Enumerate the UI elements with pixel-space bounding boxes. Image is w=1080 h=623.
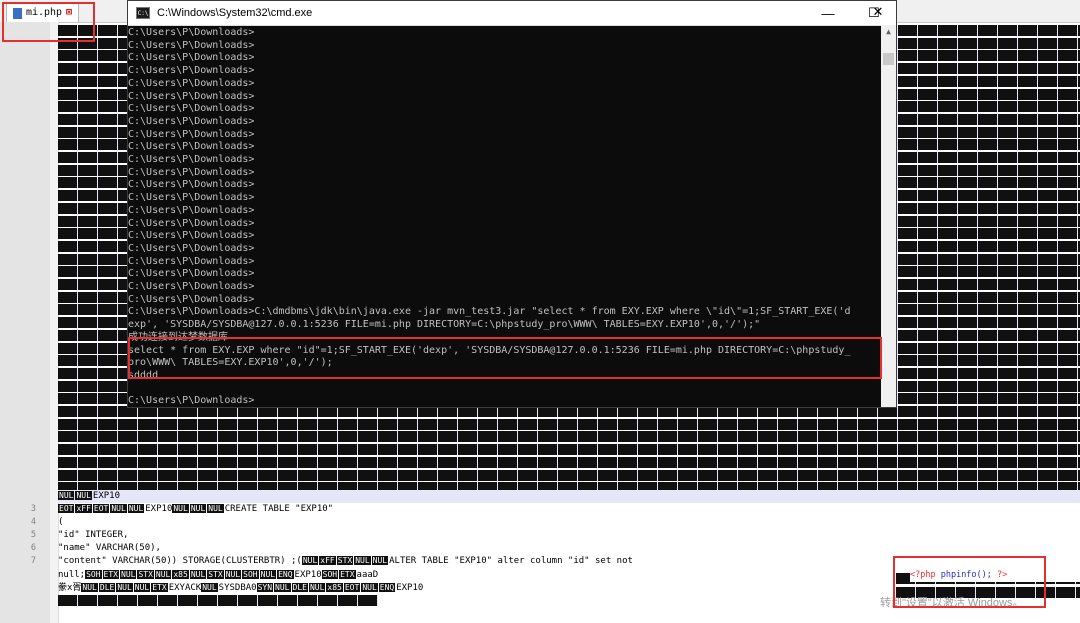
nul-row [58,444,1080,456]
console-line: C:\Users\P\Downloads> [128,65,255,77]
console-line: C:\Users\P\Downloads> [128,166,255,178]
editor-line-9: 豢x胥NUL DLE NUL NUL ETX EXYACKNUL SYSDBA0SYN NUL… [58,583,424,593]
console-line: C:\Users\P\Downloads> [128,242,255,254]
editor-line-exp: NUL NUL EXP10 [58,490,1080,503]
console-line: sdddd [128,369,159,381]
activate-windows-watermark: 转到"设置"以激活 Windows。 [880,597,1024,609]
editor-line-8: null;SOH ETX NUL STX NUL x85 NUL STX NUL SOH NUL EN… [58,570,379,580]
tab-close-icon[interactable]: ⊠ [66,7,72,19]
editor-line-7: "content" VARCHAR(50)) STORAGE(CLUSTERBT… [58,556,633,566]
nul-tail-row [58,595,378,606]
console-line: C:\Users\P\Downloads> [128,204,255,216]
cmd-app-icon: C:\ [136,7,150,19]
console-line: C:\Users\P\Downloads> [128,77,255,89]
console-line: 成功连接到达梦数据库 [128,331,228,343]
minimize-button[interactable]: — [806,1,850,25]
cmd-console[interactable]: C:\Users\P\Downloads> C:\Users\P\Download… [128,25,880,407]
console-line: C:\Users\P\Downloads> [128,192,255,204]
console-line: pro\WWW\ TABLES=EXY.EXP10',0,'/'); [128,357,333,369]
console-line: C:\Users\P\Downloads> [128,90,255,102]
console-line: C:\Users\P\Downloads> [128,154,255,165]
scroll-up-icon[interactable]: ▲ [881,25,896,39]
close-button[interactable]: ✕ [856,0,900,24]
console-line: C:\Users\P\Downloads> [128,128,255,140]
console-line: C:\Users\P\Downloads> [128,217,255,229]
console-line: C:\Users\P\Downloads> [128,255,255,267]
cmd-scrollbar[interactable] [881,25,896,407]
cmd-window[interactable]: C:\ C:\Windows\System32\cmd.exe — ☐ C:\U… [127,0,897,408]
line-number-4: 4 [30,517,36,527]
console-line: C:\Users\P\Downloads> [128,141,255,153]
php-function: phpinfo(); [940,570,992,580]
line-number-3: 3 [30,504,36,514]
editor-line-4: ( [58,517,64,527]
console-line: C:\Users\P\Downloads> [128,293,255,305]
nul-row [58,469,1080,481]
console-line: C:\Users\P\Downloads> [128,52,255,64]
nul-row [58,418,1080,430]
console-line: C:\Users\P\Downloads> [128,115,255,127]
line-number-7: 7 [30,556,36,566]
console-line: C:\Users\P\Downloads> [128,230,255,242]
console-line: C:\Users\P\Downloads> [128,27,255,38]
php-open-tag: <?php [910,570,936,580]
nul-row [58,456,1080,468]
cmd-titlebar[interactable]: C:\ C:\Windows\System32\cmd.exe — ☐ [128,1,896,26]
console-line: C:\Users\P\Downloads> [128,179,255,191]
console-line: C:\Users\P\Downloads> [128,268,255,280]
console-line: C:\Users\P\Downloads> [128,281,255,292]
scroll-thumb[interactable] [883,53,894,65]
editor-line-6: "name" VARCHAR(50), [58,543,161,553]
console-line: C:\Users\P\Downloads>C:\dmdbms\jdk\bin\j… [128,306,851,318]
console-line: C:\Users\P\Downloads> [128,395,255,407]
console-line: C:\Users\P\Downloads> [128,103,255,115]
line-number-6: 6 [30,543,36,553]
console-line: select * from EXY.EXP where "id"=1;SF_ST… [128,344,851,356]
cmd-title: C:\Windows\System32\cmd.exe [157,7,313,19]
php-close-tag: ?> [997,570,1008,580]
console-line: C:\Users\P\Downloads> [128,39,255,51]
php-payload: <?php phpinfo(); ?> [910,569,1080,582]
console-line: exp', 'SYSDBA/SYSDBA@127.0.0.1:5236 FILE… [128,319,761,331]
tab-label: mi.php [26,7,63,19]
editor-line-3: EOT xFF EOT NUL NUL EXP10NUL NUL NUL CREATE TABL… [58,504,334,514]
editor-line-5: "id" INTEGER, [58,530,129,540]
nul-row [58,431,1080,443]
file-icon [13,7,22,19]
line-number-5: 5 [30,530,36,540]
tab-mi-php[interactable]: mi.php ⊠ [6,3,80,22]
